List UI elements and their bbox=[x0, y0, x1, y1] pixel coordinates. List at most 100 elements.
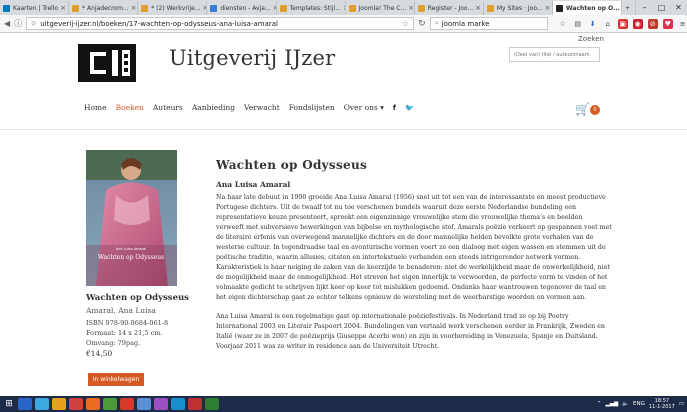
browser-tab[interactable]: * Anjadecrom... × bbox=[69, 1, 139, 15]
browser-search-text: joomla marke bbox=[441, 19, 490, 28]
browser-tab[interactable]: My Sites · Joo... × bbox=[484, 1, 553, 15]
browser-tab[interactable]: Kaarten | Trello × bbox=[0, 1, 70, 15]
nav-item[interactable]: Fondslijsten bbox=[289, 103, 335, 112]
tab-close-icon[interactable]: × bbox=[543, 4, 551, 12]
nav-item[interactable]: Over ons ▾ bbox=[344, 103, 384, 112]
book-cover-image: Ana Luisa Amaral Wachten op Odysseus bbox=[86, 150, 177, 286]
info-icon[interactable]: ⓘ bbox=[14, 18, 22, 29]
addon-red-icon[interactable]: ◉ bbox=[632, 18, 643, 29]
tab-close-icon[interactable]: × bbox=[58, 4, 66, 12]
browser-tab[interactable]: Joomla! The C... × bbox=[346, 1, 415, 15]
tab-favicon-icon bbox=[556, 4, 563, 12]
back-icon[interactable]: ◀ bbox=[4, 19, 10, 28]
taskbar-app-icon[interactable] bbox=[188, 398, 202, 410]
tab-close-icon[interactable]: × bbox=[406, 4, 414, 12]
url-field[interactable]: ⊙ uitgeverij-ijzer.nl/boeken/17-wachten-… bbox=[26, 17, 415, 30]
clock-date: 11-1-2017 bbox=[648, 404, 675, 410]
taskbar-app-icon[interactable] bbox=[137, 398, 151, 410]
bookmark-star-icon[interactable]: ☆ bbox=[402, 19, 409, 28]
tab-label: * Anjadecrom... bbox=[82, 4, 129, 12]
minimize-icon[interactable]: – bbox=[636, 3, 653, 12]
taskbar-app-icon[interactable] bbox=[120, 398, 134, 410]
tab-close-icon[interactable]: × bbox=[129, 4, 137, 12]
clock[interactable]: 18:57 11-1-2017 bbox=[649, 398, 675, 410]
window-controls: – □ ✕ bbox=[636, 0, 687, 15]
browser-tab[interactable]: Templates: Stijl...× bbox=[277, 1, 346, 15]
tab-label: Register - Joo... bbox=[427, 4, 474, 12]
search-icon: ⌕ bbox=[434, 19, 439, 27]
browser-tab-bar: Kaarten | Trello × * Anjadecrom... × * (2) W… bbox=[0, 0, 687, 15]
tab-favicon-icon bbox=[210, 4, 218, 12]
search-label: Zoeken bbox=[578, 35, 604, 43]
reload-icon[interactable]: ↻ bbox=[418, 19, 426, 29]
tab-favicon-icon bbox=[141, 4, 149, 12]
taskbar-app-icon[interactable] bbox=[52, 398, 66, 410]
bookmarks-icon[interactable]: ☆ bbox=[558, 19, 568, 29]
cart-icon[interactable]: 🛒 bbox=[575, 102, 590, 116]
pocket-icon[interactable]: ♥ bbox=[662, 18, 673, 29]
menu-icon[interactable]: ≡ bbox=[678, 19, 687, 29]
book-description: Wachten op Odysseus Ana Luisa Amaral Na … bbox=[216, 158, 612, 352]
new-tab-button[interactable]: + bbox=[622, 1, 637, 15]
cart-count-badge: 0 bbox=[590, 105, 600, 115]
browser-search-field[interactable]: ⌕ joomla marke bbox=[429, 17, 548, 30]
nav-item[interactable]: Verwacht bbox=[244, 103, 280, 112]
taskbar-app-icon[interactable] bbox=[69, 398, 83, 410]
taskbar-app-icon[interactable] bbox=[205, 398, 219, 410]
windows-start-icon[interactable]: ⊞ bbox=[3, 399, 15, 410]
site-search-input[interactable] bbox=[509, 47, 600, 62]
taskbar-app-icon[interactable] bbox=[171, 398, 185, 410]
tab-label: Joomla! The C... bbox=[358, 4, 407, 12]
taskbar-app-icon[interactable] bbox=[154, 398, 168, 410]
network-icon[interactable]: ▂▄▆ bbox=[605, 401, 618, 407]
tab-close-icon[interactable]: × bbox=[201, 4, 207, 12]
tab-favicon-icon bbox=[72, 4, 80, 12]
close-window-icon[interactable]: ✕ bbox=[670, 3, 687, 12]
address-toolbar: ◀ ⓘ ⊙ uitgeverij-ijzer.nl/boeken/17-wach… bbox=[0, 15, 687, 33]
language-indicator[interactable]: ENG bbox=[633, 401, 645, 407]
taskbar-app-icon[interactable] bbox=[35, 398, 49, 410]
book-author[interactable]: Amaral, Ana Luisa bbox=[86, 306, 196, 315]
nav-item[interactable]: Auteurs bbox=[153, 103, 183, 112]
header-divider bbox=[0, 129, 687, 130]
tab-label: Kaarten | Trello bbox=[13, 4, 59, 12]
download-icon[interactable]: ⬇ bbox=[588, 19, 598, 29]
volume-icon[interactable]: 🔈 bbox=[622, 401, 629, 407]
maximize-icon[interactable]: □ bbox=[653, 3, 670, 12]
twitter-icon[interactable]: 🐦 bbox=[405, 104, 414, 112]
site-logo[interactable] bbox=[78, 44, 136, 82]
tab-favicon-icon bbox=[279, 4, 287, 12]
browser-tab[interactable]: * (2) Werkvrije...× bbox=[138, 1, 208, 15]
nav-item[interactable]: Home bbox=[84, 103, 107, 112]
add-to-cart-button[interactable]: In winkelwagen bbox=[88, 373, 144, 386]
addon-icon[interactable]: ▣ bbox=[617, 18, 628, 29]
browser-tab[interactable]: Wachten op O...× bbox=[553, 1, 623, 15]
bio-paragraph: Ana Luísa Amaral is een regelmatige gast… bbox=[216, 313, 605, 350]
site-title[interactable]: Uitgeverij IJzer bbox=[169, 46, 335, 70]
site-info-icon[interactable]: ⊙ bbox=[31, 20, 36, 27]
tray-arrow-icon[interactable]: ⌃ bbox=[597, 401, 602, 407]
taskbar-app-icon[interactable] bbox=[86, 398, 100, 410]
book-pages: Omvang: 79pag. bbox=[86, 339, 141, 347]
tab-favicon-icon bbox=[417, 4, 425, 12]
reading-list-icon[interactable]: ▤ bbox=[573, 19, 583, 29]
tab-label: Templates: Stijl... bbox=[289, 4, 341, 12]
adblock-icon[interactable]: ⊘ bbox=[647, 18, 658, 29]
tab-label: * (2) Werkvrije... bbox=[151, 4, 201, 12]
cover-author-text: Ana Luisa Amaral bbox=[116, 247, 147, 251]
taskbar-app-icon[interactable] bbox=[18, 398, 32, 410]
nav-item[interactable]: Aanbieding bbox=[192, 103, 235, 112]
taskbar-app-icon[interactable] bbox=[103, 398, 117, 410]
cart[interactable]: 🛒 0 bbox=[575, 102, 600, 116]
tab-label: diensten - Avja... bbox=[220, 4, 271, 12]
nav-item[interactable]: Boeken bbox=[116, 103, 144, 112]
notifications-icon[interactable]: ▭ bbox=[679, 401, 684, 407]
home-icon[interactable]: ⌂ bbox=[603, 19, 613, 29]
facebook-icon[interactable]: f bbox=[393, 104, 396, 112]
tab-close-icon[interactable]: × bbox=[473, 4, 481, 12]
tab-label: My Sites · Joo... bbox=[496, 4, 543, 12]
book-isbn: ISBN 978-90-8684-061-8 bbox=[86, 319, 169, 327]
browser-tab[interactable]: diensten - Avja...× bbox=[207, 1, 277, 15]
browser-tab[interactable]: Register - Joo... × bbox=[415, 1, 484, 15]
windows-taskbar: ⊞ ⌃ ▂▄▆ 🔈 ENG 18:57 11-1-2017 ▭ bbox=[0, 396, 687, 412]
